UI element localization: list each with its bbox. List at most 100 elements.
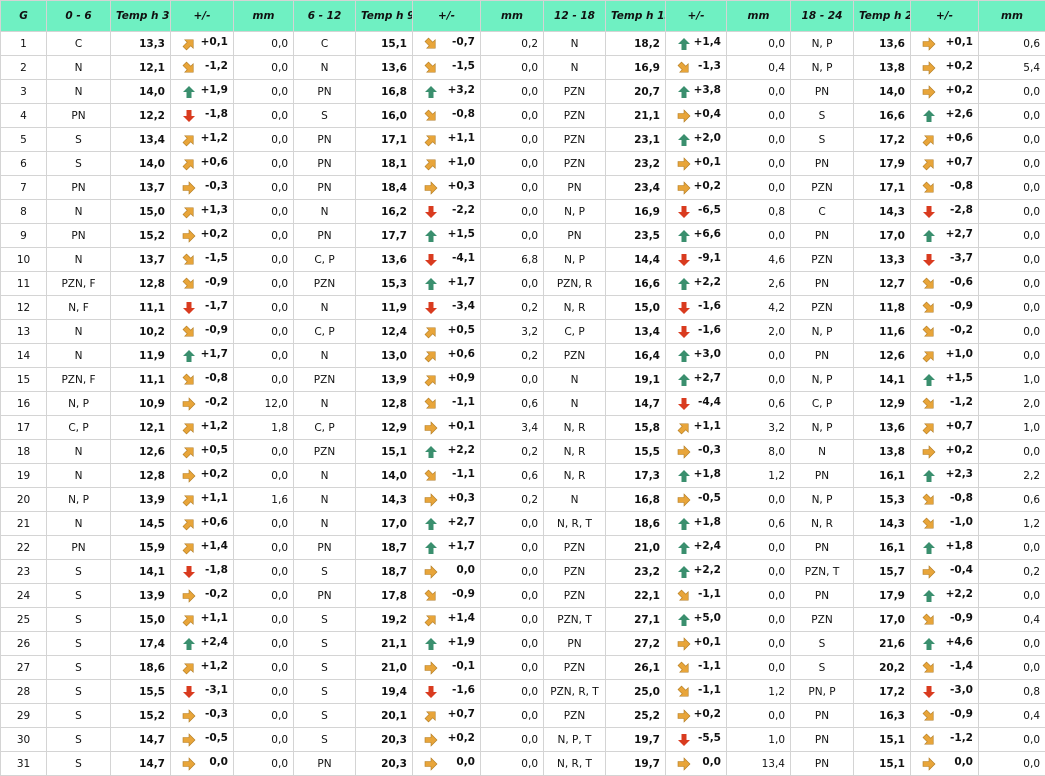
delta-value: -4,4 xyxy=(698,396,721,408)
delta-value: +0,1 xyxy=(946,36,973,48)
delta-h3-cell: +1,2 xyxy=(171,656,234,680)
delta-value: +0,3 xyxy=(448,492,475,504)
mm-h21-cell: 0,0 xyxy=(979,536,1045,560)
wind-h15-cell: PZN xyxy=(544,104,606,128)
delta-value: +5,0 xyxy=(694,612,721,624)
mm-h15-cell: 0,0 xyxy=(727,608,791,632)
day-cell: 24 xyxy=(1,584,47,608)
mm-h3-cell: 0,0 xyxy=(234,368,294,392)
delta-value: +1,1 xyxy=(201,612,228,624)
delta-h9-cell: -4,1 xyxy=(413,248,481,272)
delta-value: -2,8 xyxy=(950,204,973,216)
mm-h21-cell: 2,2 xyxy=(979,464,1045,488)
mm-h21-cell: 0,0 xyxy=(979,80,1045,104)
mm-h21-cell: 0,0 xyxy=(979,272,1045,296)
temp-h3-cell: 12,6 xyxy=(111,440,171,464)
wind-h3-cell: PN xyxy=(47,104,111,128)
mm-h21-cell: 0,0 xyxy=(979,296,1045,320)
table-body: 1C13,3+0,10,0C15,1-0,70,2N18,2+1,40,0N, … xyxy=(1,32,1045,776)
mm-h9-cell: 0,0 xyxy=(481,80,544,104)
delta-value: 0,0 xyxy=(209,756,228,768)
delta-value: +0,9 xyxy=(448,372,475,384)
mm-h9-cell: 0,2 xyxy=(481,296,544,320)
delta-value: +0,1 xyxy=(694,156,721,168)
delta-value: -0,9 xyxy=(452,588,475,600)
mm-h15-cell: 0,6 xyxy=(727,392,791,416)
wind-h9-cell: C xyxy=(294,32,356,56)
temp-h3-cell: 12,1 xyxy=(111,416,171,440)
delta-h3-cell: +2,4 xyxy=(171,632,234,656)
wind-h15-cell: PZN xyxy=(544,704,606,728)
delta-value: -0,1 xyxy=(452,660,475,672)
delta-h15-cell: -9,1 xyxy=(666,248,727,272)
delta-value: +1,0 xyxy=(946,348,973,360)
mm-h3-cell: 12,0 xyxy=(234,392,294,416)
wind-h3-cell: S xyxy=(47,728,111,752)
temp-h9-cell: 16,2 xyxy=(356,200,413,224)
wind-h15-cell: N xyxy=(544,56,606,80)
delta-value: +0,2 xyxy=(201,228,228,240)
wind-h21-cell: PN xyxy=(791,152,854,176)
header-temp-h9: Temp h 9 xyxy=(356,1,413,32)
delta-h15-cell: +1,4 xyxy=(666,32,727,56)
delta-value: +1,4 xyxy=(694,36,721,48)
wind-h21-cell: C xyxy=(791,200,854,224)
mm-h9-cell: 0,0 xyxy=(481,632,544,656)
wind-h9-cell: PZN xyxy=(294,272,356,296)
header-wind-0-6: 0 - 6 xyxy=(47,1,111,32)
mm-h21-cell: 0,0 xyxy=(979,152,1045,176)
temp-h21-cell: 21,6 xyxy=(854,632,911,656)
delta-h15-cell: +0,1 xyxy=(666,632,727,656)
delta-value: +0,7 xyxy=(946,420,973,432)
wind-h15-cell: PZN, T xyxy=(544,608,606,632)
delta-value: +3,0 xyxy=(694,348,721,360)
delta-value: +0,7 xyxy=(448,708,475,720)
mm-h9-cell: 0,0 xyxy=(481,176,544,200)
delta-value: -3,7 xyxy=(950,252,973,264)
wind-h21-cell: PN xyxy=(791,584,854,608)
delta-h9-cell: +2,7 xyxy=(413,512,481,536)
wind-h15-cell: PN xyxy=(544,176,606,200)
delta-value: +0,2 xyxy=(448,732,475,744)
delta-h15-cell: -6,5 xyxy=(666,200,727,224)
delta-h9-cell: +0,9 xyxy=(413,368,481,392)
table-row: 26S17,4+2,40,0S21,1+1,90,0PN27,2+0,10,0S… xyxy=(1,632,1045,656)
table-row: 14N11,9+1,70,0N13,0+0,60,2PZN16,4+3,00,0… xyxy=(1,344,1045,368)
delta-h9-cell: +1,1 xyxy=(413,128,481,152)
day-cell: 16 xyxy=(1,392,47,416)
delta-h3-cell: -0,9 xyxy=(171,272,234,296)
delta-value: -0,9 xyxy=(205,276,228,288)
wind-h9-cell: S xyxy=(294,704,356,728)
table-row: 18N12,6+0,50,0PZN15,1+2,20,2N, R15,5-0,3… xyxy=(1,440,1045,464)
temp-h9-cell: 17,7 xyxy=(356,224,413,248)
temp-h3-cell: 12,2 xyxy=(111,104,171,128)
wind-h21-cell: N, P xyxy=(791,56,854,80)
temp-h15-cell: 15,8 xyxy=(606,416,666,440)
delta-value: +0,6 xyxy=(201,156,228,168)
wind-h15-cell: N xyxy=(544,32,606,56)
delta-h21-cell: -1,2 xyxy=(911,392,979,416)
mm-h15-cell: 2,0 xyxy=(727,320,791,344)
mm-h15-cell: 0,0 xyxy=(727,368,791,392)
delta-value: +0,6 xyxy=(946,132,973,144)
wind-h15-cell: N, R xyxy=(544,296,606,320)
delta-value: -1,2 xyxy=(950,732,973,744)
delta-value: +0,5 xyxy=(201,444,228,456)
delta-value: +1,2 xyxy=(201,420,228,432)
delta-h9-cell: +1,7 xyxy=(413,536,481,560)
delta-value: -2,2 xyxy=(452,204,475,216)
delta-h15-cell: +2,4 xyxy=(666,536,727,560)
wind-h15-cell: PZN xyxy=(544,584,606,608)
header-mm-h21: mm xyxy=(979,1,1045,32)
temp-h9-cell: 18,4 xyxy=(356,176,413,200)
delta-value: +1,7 xyxy=(448,276,475,288)
mm-h21-cell: 1,2 xyxy=(979,512,1045,536)
delta-value: +3,8 xyxy=(694,84,721,96)
delta-value: -1,2 xyxy=(205,60,228,72)
temp-h3-cell: 15,2 xyxy=(111,224,171,248)
wind-h9-cell: PN xyxy=(294,128,356,152)
delta-h3-cell: -1,2 xyxy=(171,56,234,80)
delta-h3-cell: -0,8 xyxy=(171,368,234,392)
delta-h21-cell: -1,2 xyxy=(911,728,979,752)
delta-value: +0,4 xyxy=(694,108,721,120)
